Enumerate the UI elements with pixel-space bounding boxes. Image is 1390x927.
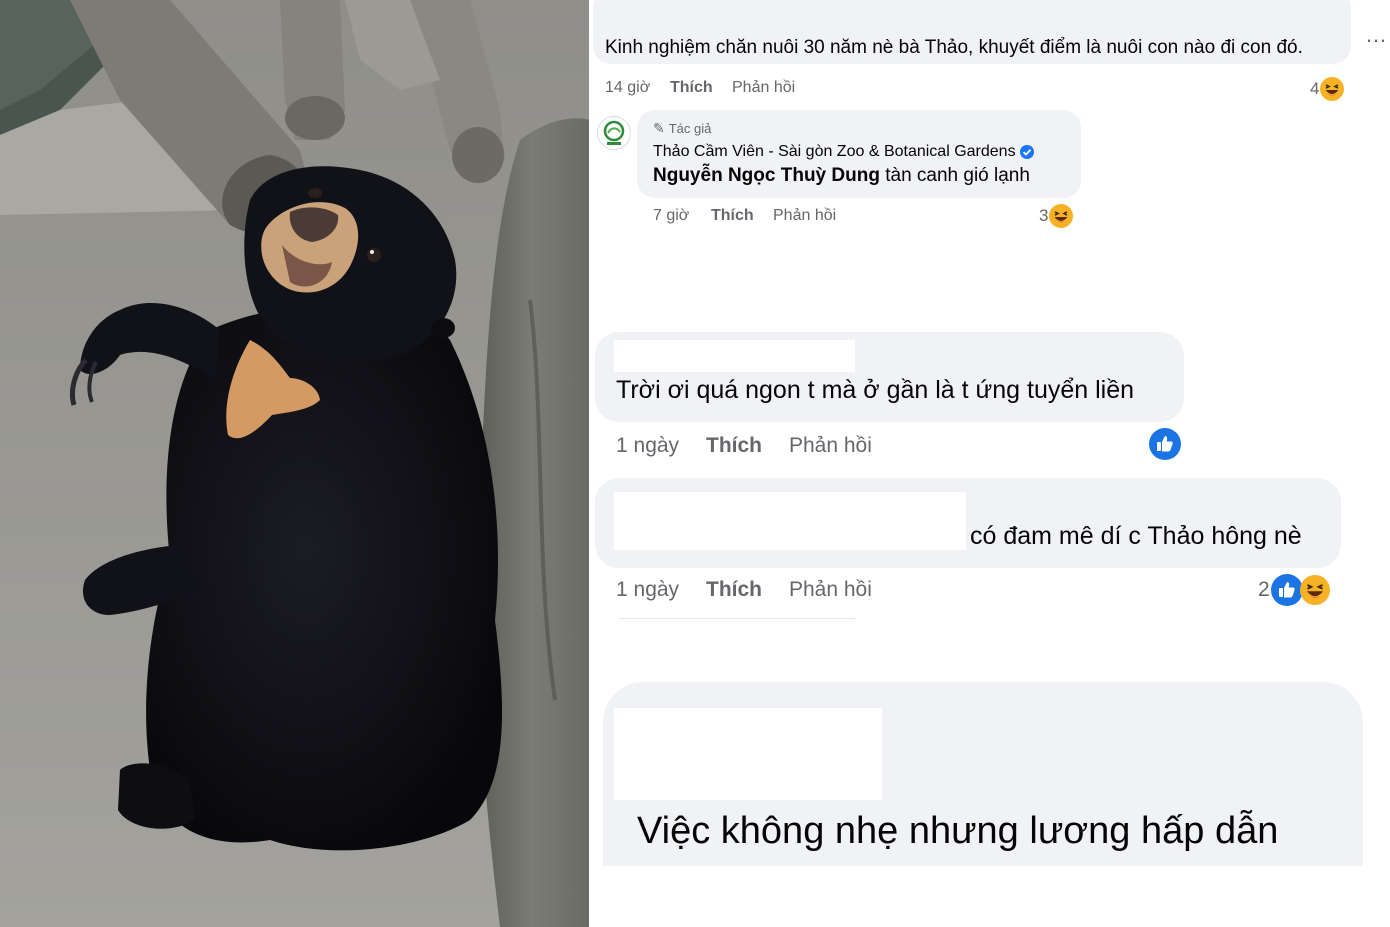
reaction-summary[interactable]: 2 xyxy=(1258,574,1330,606)
reaction-count: 3 xyxy=(1039,206,1049,225)
redacted-author-name xyxy=(614,708,882,800)
more-options-button[interactable]: … xyxy=(1365,22,1387,48)
haha-icon xyxy=(1299,575,1330,605)
comments-panel: … Kinh nghiệm chăn nuôi 30 năm nè bà Thả… xyxy=(589,0,1390,927)
author-name[interactable]: Thảo Cầm Viên - Sài gòn Zoo & Botanical … xyxy=(653,143,1034,161)
like-button[interactable]: Thích xyxy=(706,578,762,602)
like-icon xyxy=(1149,428,1181,460)
like-button[interactable]: Thích xyxy=(711,207,754,225)
comment-text: Trời ơi quá ngon t mà ở gần là t ứng tuy… xyxy=(616,376,1135,404)
reaction-count: 2 xyxy=(1258,578,1270,601)
comment-time: 14 giờ xyxy=(605,79,651,96)
comment-text: Việc không nhẹ nhưng lương hấp dẫn xyxy=(637,810,1279,852)
reaction-summary[interactable]: 3 xyxy=(1039,204,1074,228)
comment-time: 1 ngày xyxy=(616,578,680,601)
pencil-icon: ✎ xyxy=(653,120,665,136)
comment-text: tàn canh gió lạnh xyxy=(885,165,1030,186)
reply-button[interactable]: Phản hồi xyxy=(789,434,872,458)
zoo-logo-icon xyxy=(603,120,625,145)
verified-badge-icon xyxy=(1019,145,1034,159)
redacted-author-name xyxy=(614,492,966,550)
reply-button[interactable]: Phản hồi xyxy=(773,207,836,225)
like-button[interactable]: Thích xyxy=(670,79,713,97)
reply-button[interactable]: Phản hồi xyxy=(789,578,872,602)
author-badge: ✎ Tác giả xyxy=(653,120,712,136)
sun-bear-illustration xyxy=(0,0,589,927)
reply-button[interactable]: Phản hồi xyxy=(732,79,795,97)
sun-bear-photo xyxy=(0,0,589,927)
divider xyxy=(619,618,855,619)
haha-icon xyxy=(1320,77,1345,101)
reaction-summary[interactable]: 4 xyxy=(1310,77,1345,101)
author-comment-text: Nguyễn Ngọc Thuỳ Dung tàn canh gió lạnh xyxy=(653,165,1030,187)
reaction-count: 4 xyxy=(1310,79,1320,98)
redacted-author-name xyxy=(614,340,855,372)
mention-link[interactable]: Nguyễn Ngọc Thuỳ Dung xyxy=(653,165,880,186)
comment-text: Kinh nghiệm chăn nuôi 30 năm nè bà Thảo,… xyxy=(605,37,1303,58)
comment-time: 7 giờ xyxy=(653,207,690,224)
author-avatar[interactable] xyxy=(597,116,631,150)
like-button[interactable]: Thích xyxy=(706,434,762,458)
comment-text: có đam mê dí c Thảo hông nè xyxy=(970,522,1302,550)
haha-icon xyxy=(1049,204,1074,228)
comment-time: 1 ngày xyxy=(616,434,680,457)
like-icon xyxy=(1270,574,1303,606)
reaction-summary[interactable] xyxy=(1149,428,1181,460)
